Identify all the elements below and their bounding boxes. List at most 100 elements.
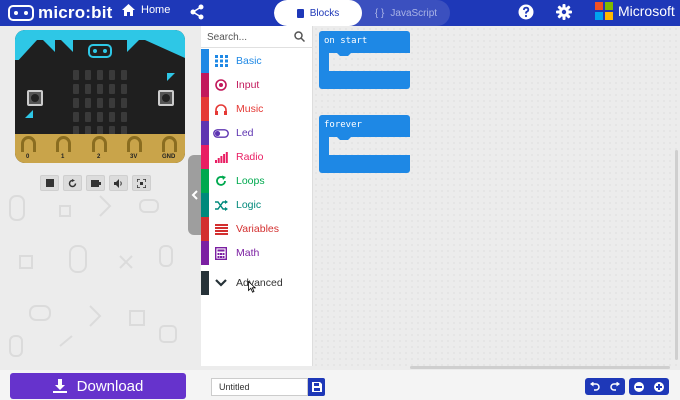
pin-0[interactable] (21, 136, 36, 152)
stop-icon (45, 179, 54, 187)
project-name-input[interactable] (211, 378, 308, 396)
led[interactable] (85, 112, 91, 122)
category-variables[interactable]: Variables (201, 217, 313, 241)
microbit-board[interactable]: 0 1 2 3V GND (15, 30, 185, 163)
pin-1[interactable] (56, 136, 71, 152)
category-input[interactable]: Input (201, 73, 313, 97)
pin-3v[interactable] (127, 136, 142, 152)
button-b-marker-icon (167, 73, 175, 81)
home-button[interactable]: Home (122, 4, 170, 16)
share-button[interactable] (190, 4, 204, 25)
pin-label: 2 (97, 154, 101, 160)
sound-button[interactable] (109, 175, 128, 191)
slow-motion-button[interactable] (86, 175, 105, 191)
search-icon[interactable] (294, 31, 305, 42)
collapse-simulator-button[interactable] (188, 155, 201, 235)
board-button-a[interactable] (27, 90, 43, 106)
tab-javascript[interactable]: { } JavaScript (362, 0, 450, 26)
chevron-down-icon (213, 276, 229, 290)
led[interactable] (73, 84, 79, 94)
horizontal-scrollbar[interactable] (410, 366, 670, 369)
led[interactable] (121, 112, 127, 122)
block-label: on start (324, 36, 368, 46)
top-bar: micro:bit Home Blocks { } JavaScript Mic… (0, 0, 680, 26)
led[interactable] (109, 84, 115, 94)
stop-button[interactable] (40, 175, 59, 191)
category-label: Music (236, 103, 264, 115)
led[interactable] (97, 70, 103, 80)
category-basic[interactable]: Basic (201, 49, 313, 73)
category-loops[interactable]: Loops (201, 169, 313, 193)
board-logo-icon (88, 44, 112, 58)
brand[interactable]: micro:bit (8, 3, 113, 23)
led[interactable] (73, 70, 79, 80)
pin-2[interactable] (92, 136, 107, 152)
led[interactable] (97, 112, 103, 122)
pin-label: 1 (61, 154, 65, 160)
pin-gnd[interactable] (162, 136, 177, 152)
led[interactable] (85, 98, 91, 108)
on-start-block[interactable]: on start (319, 31, 410, 89)
category-label: Logic (236, 199, 262, 211)
slow-motion-icon (90, 180, 101, 187)
fullscreen-button[interactable] (132, 175, 151, 191)
category-color-bar (201, 145, 209, 169)
microbit-logo-icon (8, 5, 34, 21)
brand-name: micro:bit (38, 3, 113, 22)
category-music[interactable]: Music (201, 97, 313, 121)
category-color-bar (201, 193, 209, 217)
category-color-bar (201, 49, 209, 73)
vertical-scrollbar[interactable] (675, 150, 678, 360)
led[interactable] (73, 98, 79, 108)
download-button[interactable]: Download (10, 373, 186, 399)
button-a-marker-icon (25, 110, 33, 118)
background-pattern-icon (9, 195, 177, 357)
share-icon (190, 4, 204, 20)
tab-blocks-label: Blocks (309, 7, 340, 19)
led[interactable] (85, 84, 91, 94)
help-button[interactable] (518, 4, 534, 25)
signal-icon (213, 150, 229, 164)
zoom-in-button[interactable] (649, 378, 669, 395)
category-color-bar (201, 241, 209, 265)
board-button-b[interactable] (158, 90, 174, 106)
led[interactable] (73, 112, 79, 122)
zoom-in-icon (654, 381, 664, 392)
category-logic[interactable]: Logic (201, 193, 313, 217)
category-math[interactable]: Math (201, 241, 313, 265)
tab-blocks[interactable]: Blocks (274, 0, 362, 26)
settings-button[interactable] (556, 4, 572, 25)
category-led[interactable]: Led (201, 121, 313, 145)
target-icon (213, 78, 229, 92)
mouse-cursor-icon (248, 281, 256, 293)
led-matrix[interactable] (73, 70, 129, 140)
category-label: Led (236, 127, 254, 139)
led[interactable] (97, 98, 103, 108)
category-label: Loops (236, 175, 265, 187)
led[interactable] (109, 112, 115, 122)
led[interactable] (109, 70, 115, 80)
microsoft-logo-icon (595, 2, 613, 20)
forever-block[interactable]: forever (319, 115, 410, 173)
led[interactable] (121, 84, 127, 94)
undo-button[interactable] (585, 378, 605, 395)
shuffle-icon (213, 198, 229, 212)
led[interactable] (85, 70, 91, 80)
led[interactable] (121, 70, 127, 80)
led[interactable] (121, 98, 127, 108)
blocks-workspace[interactable]: on start forever (313, 26, 680, 366)
zoom-out-button[interactable] (629, 378, 649, 395)
block-slot-icon (329, 53, 351, 56)
category-radio[interactable]: Radio (201, 145, 313, 169)
led[interactable] (109, 98, 115, 108)
save-button[interactable] (308, 378, 325, 396)
block-slot-icon (329, 137, 351, 140)
led[interactable] (97, 84, 103, 94)
redo-button[interactable] (605, 378, 625, 395)
search-input[interactable] (207, 29, 291, 45)
microsoft-logo[interactable]: Microsoft (595, 2, 675, 20)
restart-button[interactable] (63, 175, 82, 191)
zoom-group (629, 378, 669, 395)
category-label: Variables (236, 223, 279, 235)
category-advanced[interactable]: Advanced (201, 271, 313, 295)
